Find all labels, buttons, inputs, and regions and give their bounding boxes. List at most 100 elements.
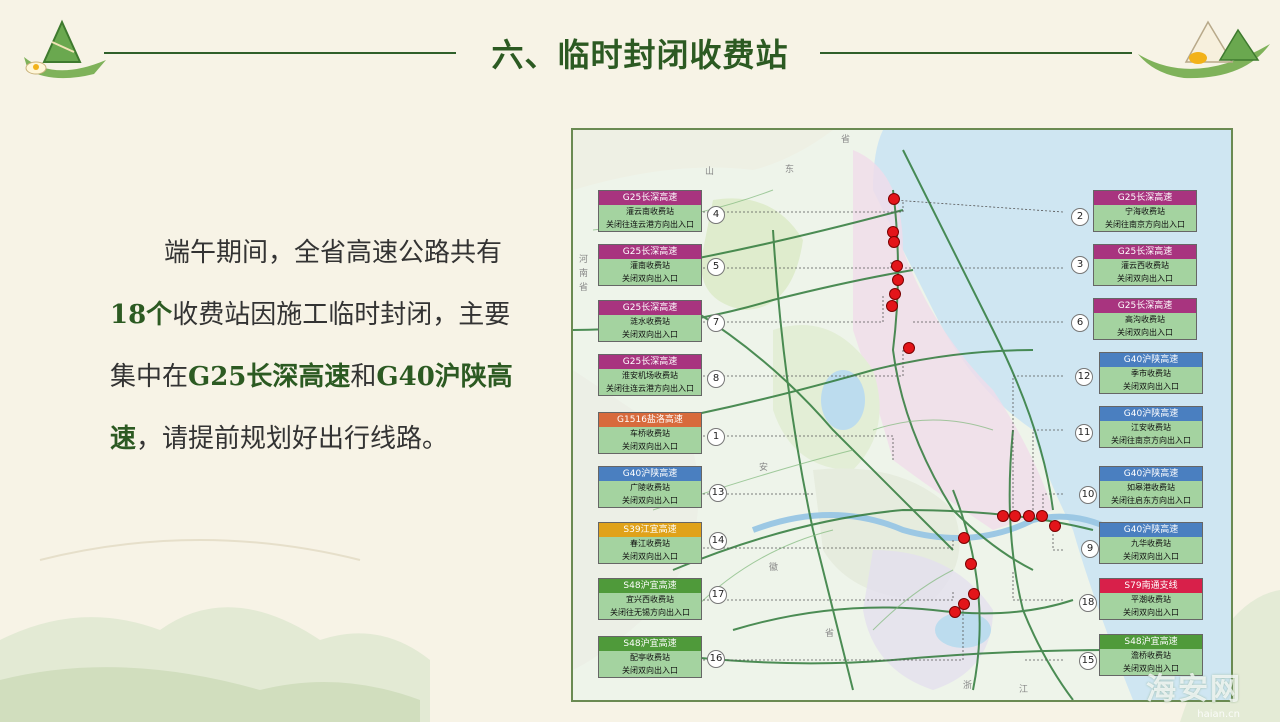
station-number: 2 [1071,208,1089,226]
station-card-4: G25长深高速 灌云南收费站 关闭往连云港方向出入口 [598,190,702,232]
closed-station-dot [1023,510,1035,522]
intro-paragraph: 端午期间，全省高速公路共有18个收费站因施工临时封闭，主要集中在G25长深高速和… [110,238,513,454]
closed-station-dot [965,558,977,570]
watermark-url: haian.cn [1197,709,1240,720]
map-label: 南 [579,269,589,279]
station-name: 车桥收费站 [630,429,670,438]
map-label: 省 [579,283,589,293]
station-card-5: G25长深高速 灌南收费站 关闭双向出入口 [598,244,702,286]
road-name: G25长深高速 [1094,245,1196,259]
closure-note: 关闭双向出入口 [622,274,678,283]
station-name: 如皋港收费站 [1127,483,1175,492]
station-number: 17 [709,586,727,604]
road-name: S39江宜高速 [599,523,701,537]
station-number: 4 [707,206,725,224]
closure-note: 关闭往连云港方向出入口 [606,384,694,393]
station-card-16: S48沪宜高速 配亭收费站 关闭双向出入口 [598,636,702,678]
station-name: 平潮收费站 [1131,595,1171,604]
closed-station-dot [997,510,1009,522]
closure-note: 关闭双向出入口 [1123,382,1179,391]
station-name: 广陵收费站 [630,483,670,492]
road-name: G25长深高速 [599,191,701,205]
road-name: G25长深高速 [1094,299,1196,313]
closure-note: 关闭双向出入口 [622,496,678,505]
map-label: 浙 [963,681,973,691]
map-label: 江 [1019,685,1029,695]
closed-station-dot [892,274,904,286]
closure-note: 关闭往南京方向出入口 [1111,436,1191,445]
station-number: 10 [1079,486,1097,504]
road-name: G1516盐洛高速 [599,413,701,427]
watermark-logo: 海安网 [1146,672,1242,707]
station-card-7: G25长深高速 涟水收费站 关闭双向出入口 [598,300,702,342]
page-title: 六、临时封闭收费站 [491,36,789,74]
road-name: S79南通支线 [1100,579,1202,593]
station-number: 7 [707,314,725,332]
station-number: 5 [707,258,725,276]
station-number: 18 [1079,594,1097,612]
road-name: G40沪陕高速 [1100,353,1202,367]
station-card-12: G40沪陕高速 季市收费站 关闭双向出入口 [1099,352,1203,394]
station-name: 宁海收费站 [1125,207,1165,216]
station-card-14: S39江宜高速 春江收费站 关闭双向出入口 [598,522,702,564]
station-name: 宜兴西收费站 [626,595,674,604]
station-name: 淮安机场收费站 [622,371,678,380]
station-name: 涟水收费站 [630,317,670,326]
station-name: 灌云西收费站 [1121,261,1169,270]
closed-station-dot [886,300,898,312]
closure-note: 关闭双向出入口 [1117,274,1173,283]
road-name: G25长深高速 [599,301,701,315]
closure-note: 关闭往南京方向出入口 [1105,220,1185,229]
road-name: G40沪陕高速 [1100,467,1202,481]
closed-station-dot [1049,520,1061,532]
station-number: 6 [1071,314,1089,332]
closure-note: 关闭双向出入口 [622,552,678,561]
station-name: 灌南收费站 [630,261,670,270]
closure-note: 关闭往无锡方向出入口 [610,608,690,617]
station-name: 澹桥收费站 [1131,651,1171,660]
station-card-9: G40沪陕高速 九华收费站 关闭双向出入口 [1099,522,1203,564]
closure-note: 关闭双向出入口 [622,442,678,451]
highlight-count: 18个 [110,300,173,330]
closure-note: 关闭双向出入口 [1123,552,1179,561]
closed-station-dot [903,342,915,354]
station-card-3: G25长深高速 灌云西收费站 关闭双向出入口 [1093,244,1197,286]
station-name: 春江收费站 [630,539,670,548]
map-label: 徽 [769,563,779,573]
station-card-13: G40沪陕高速 广陵收费站 关闭双向出入口 [598,466,702,508]
map-label: 河 [579,255,589,265]
station-number: 13 [709,484,727,502]
station-card-2: G25长深高速 宁海收费站 关闭往南京方向出入口 [1093,190,1197,232]
road-name: G40沪陕高速 [1100,407,1202,421]
closed-station-dot [949,606,961,618]
closed-station-dot [968,588,980,600]
station-card-17: S48沪宜高速 宜兴西收费站 关闭往无锡方向出入口 [598,578,702,620]
road-name: G40沪陕高速 [599,467,701,481]
road-name: G25长深高速 [599,355,701,369]
closed-station-dot [889,288,901,300]
road-name: G40沪陕高速 [1100,523,1202,537]
station-number: 9 [1081,540,1099,558]
highlight-g25: G25长深高速 [188,362,351,392]
station-name: 江安收费站 [1131,423,1171,432]
station-card-8: G25长深高速 淮安机场收费站 关闭往连云港方向出入口 [598,354,702,396]
station-number: 12 [1075,368,1093,386]
highway-map: 山 东 省 河 南 省 安 徽 省 浙 江 G25长深高速 灌云南收费站 关闭往… [571,128,1233,702]
road-name: S48沪宜高速 [599,637,701,651]
closed-station-dot [958,532,970,544]
station-card-10: G40沪陕高速 如皋港收费站 关闭往启东方向出入口 [1099,466,1203,508]
closure-note: 关闭双向出入口 [622,330,678,339]
station-card-1: G1516盐洛高速 车桥收费站 关闭双向出入口 [598,412,702,454]
closed-station-dot [888,236,900,248]
station-number: 3 [1071,256,1089,274]
road-name: S48沪宜高速 [1100,635,1202,649]
station-name: 配亭收费站 [630,653,670,662]
station-card-18: S79南通支线 平潮收费站 关闭双向出入口 [1099,578,1203,620]
station-name: 九华收费站 [1131,539,1171,548]
map-label: 山 [705,167,715,177]
map-label: 东 [785,165,795,175]
station-number: 1 [707,428,725,446]
closure-note: 关闭双向出入口 [1117,328,1173,337]
station-number: 14 [709,532,727,550]
station-number: 11 [1075,424,1093,442]
